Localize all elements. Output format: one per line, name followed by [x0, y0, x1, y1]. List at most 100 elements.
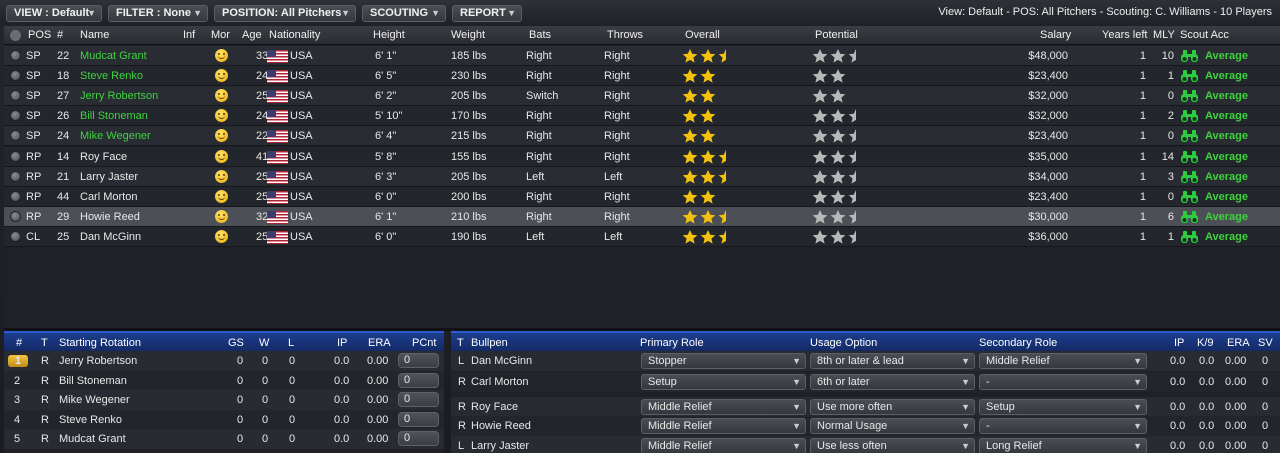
star-icon [812, 149, 828, 164]
rotation-pitcher-name[interactable]: Steve Renko [59, 414, 122, 426]
rotation-pitcher-name[interactable]: Mike Wegener [59, 394, 130, 406]
rotation-pitcher-name[interactable]: Jerry Robertson [59, 355, 137, 367]
player-name-link[interactable]: Jerry Robertson [80, 90, 158, 102]
pitch-count-input[interactable]: 0 [398, 411, 439, 427]
usage-option-select[interactable]: 8th or later & lead ▼ [810, 353, 975, 369]
rotation-row[interactable]: 4 R Steve Renko 0 0 0 0.0 0.00 0 [4, 409, 444, 429]
player-row[interactable]: RP 14 Roy Face 41 USA 5' 8" 155 lbs Righ… [4, 146, 1280, 167]
filter-dropdown[interactable]: FILTER : None ▼ [108, 4, 208, 22]
col-years-left[interactable]: Years left [1102, 29, 1147, 41]
scouting-dropdown[interactable]: SCOUTING ▼ [362, 4, 446, 22]
primary-role-select[interactable]: Stopper ▼ [641, 353, 806, 369]
player-row[interactable]: CL 25 Dan McGinn 25 USA 6' 0" 190 lbs Le… [4, 226, 1280, 247]
secondary-role-select[interactable]: Long Relief ▼ [979, 438, 1147, 453]
row-radio[interactable] [10, 50, 21, 61]
bullpen-pitcher-name[interactable]: Larry Jaster [471, 440, 529, 452]
pitch-count-input[interactable]: 0 [398, 353, 439, 368]
player-number: 21 [57, 170, 70, 183]
primary-role-select[interactable]: Middle Relief ▼ [641, 418, 806, 434]
pitch-count-input[interactable]: 0 [398, 372, 439, 388]
primary-role-select[interactable]: Setup ▼ [641, 374, 806, 390]
secondary-role-select[interactable]: Setup ▼ [979, 399, 1147, 415]
primary-role-select[interactable]: Middle Relief ▼ [641, 399, 806, 415]
rotation-row[interactable]: 1 R Jerry Robertson 0 0 0 0.0 0.00 0 [4, 351, 444, 371]
player-row[interactable]: SP 24 Mike Wegener 22 USA 6' 4" 215 lbs … [4, 126, 1280, 147]
player-row[interactable]: SP 27 Jerry Robertson 25 USA 6' 2" 205 l… [4, 86, 1280, 107]
scout-accuracy: Average [1205, 190, 1249, 203]
player-weight: 210 lbs [451, 210, 487, 223]
bullpen-pitcher-name[interactable]: Roy Face [471, 401, 518, 413]
col-inf[interactable]: Inf [183, 29, 195, 41]
secondary-role-select[interactable]: Middle Relief ▼ [979, 353, 1147, 369]
pitch-count-input[interactable]: 0 [398, 431, 439, 446]
col-weight[interactable]: Weight [451, 29, 485, 41]
col-nationality[interactable]: Nationality [269, 29, 320, 41]
player-name-link[interactable]: Steve Renko [80, 70, 143, 82]
player-row[interactable]: SP 22 Mudcat Grant 33 USA 6' 1" 185 lbs … [4, 46, 1280, 66]
player-row[interactable]: RP 21 Larry Jaster 25 USA 6' 3" 205 lbs … [4, 166, 1280, 187]
row-radio[interactable] [10, 170, 21, 182]
pitch-count-input[interactable]: 0 [398, 392, 439, 407]
bullpen-pitcher-name[interactable]: Howie Reed [471, 420, 531, 432]
rotation-pitcher-name[interactable]: Bill Stoneman [59, 375, 127, 387]
row-radio[interactable] [10, 90, 21, 102]
rotation-row[interactable]: 5 R Mudcat Grant 0 0 0 0.0 0.00 0 [4, 429, 444, 449]
row-radio[interactable] [10, 130, 21, 142]
col-scout-acc[interactable]: Scout Acc [1180, 29, 1229, 41]
player-row[interactable]: RP 44 Carl Morton 25 USA 6' 0" 200 lbs R… [4, 186, 1280, 207]
col-mor[interactable]: Mor [211, 29, 230, 41]
bullpen-k9: 0.0 [1199, 440, 1215, 452]
col-overall[interactable]: Overall [685, 29, 720, 41]
player-row[interactable]: SP 18 Steve Renko 24 USA 6' 5" 230 lbs R… [4, 66, 1280, 87]
usage-option-select[interactable]: Use less often ▼ [810, 438, 975, 453]
player-name-link[interactable]: Carl Morton [80, 191, 137, 203]
row-radio[interactable] [10, 210, 21, 222]
row-radio[interactable] [10, 70, 21, 82]
player-name-link[interactable]: Roy Face [80, 151, 127, 163]
bullpen-row[interactable]: L Dan McGinn Stopper ▼ 8th or later & lea… [451, 351, 1280, 371]
row-radio[interactable] [10, 230, 21, 242]
bullpen-pitcher-name[interactable]: Dan McGinn [471, 355, 532, 367]
player-row[interactable]: RP 29 Howie Reed 32 USA 6' 1" 210 lbs Ri… [4, 206, 1280, 227]
bullpen-row[interactable]: R Howie Reed Middle Relief ▼ Normal Usage… [451, 416, 1280, 436]
position-dropdown[interactable]: POSITION: All Pitchers ▼ [214, 4, 356, 22]
usage-option-select[interactable]: Use more often ▼ [810, 399, 975, 415]
player-name-link[interactable]: Mudcat Grant [80, 50, 147, 62]
secondary-role-select[interactable]: - ▼ [979, 374, 1147, 390]
usage-option-select[interactable]: 6th or later ▼ [810, 374, 975, 390]
player-name-link[interactable]: Mike Wegener [80, 130, 151, 142]
player-name-link[interactable]: Howie Reed [80, 211, 140, 223]
col-height[interactable]: Height [373, 29, 405, 41]
col-salary[interactable]: Salary [1040, 29, 1071, 41]
bullpen-row[interactable]: R Carl Morton Setup ▼ 6th or later ▼ - ▼ 0.… [451, 372, 1280, 392]
player-name-link[interactable]: Bill Stoneman [80, 110, 148, 122]
primary-role-select[interactable]: Middle Relief ▼ [641, 438, 806, 453]
usage-option-select[interactable]: Normal Usage ▼ [810, 418, 975, 434]
rotation-row[interactable]: 3 R Mike Wegener 0 0 0 0.0 0.00 0 [4, 390, 444, 410]
rotation-row[interactable]: 2 R Bill Stoneman 0 0 0 0.0 0.00 0 [4, 370, 444, 390]
col-potential[interactable]: Potential [815, 29, 858, 41]
rotation-pitcher-name[interactable]: Mudcat Grant [59, 433, 126, 445]
bullpen-row[interactable]: L Larry Jaster Middle Relief ▼ Use less o… [451, 436, 1280, 453]
secondary-role-select[interactable]: - ▼ [979, 418, 1147, 434]
player-row[interactable]: SP 26 Bill Stoneman 24 USA 5' 10" 170 lb… [4, 106, 1280, 127]
bullpen-row[interactable]: R Roy Face Middle Relief ▼ Use more often… [451, 397, 1280, 417]
col-num[interactable]: # [57, 29, 63, 41]
pen-col-secondary: Secondary Role [979, 337, 1058, 349]
player-name-link[interactable]: Dan McGinn [80, 231, 141, 243]
col-name[interactable]: Name [80, 29, 109, 41]
report-dropdown[interactable]: REPORT ▼ [452, 4, 522, 22]
col-pos[interactable]: POS [28, 29, 51, 41]
row-radio[interactable] [10, 150, 21, 162]
col-age[interactable]: Age [242, 29, 262, 41]
chevron-down-icon: ▼ [792, 421, 801, 431]
select-all-radio[interactable] [10, 30, 21, 41]
view-dropdown[interactable]: VIEW : Default ▼ [6, 4, 102, 22]
col-throws[interactable]: Throws [607, 29, 643, 41]
row-radio[interactable] [10, 110, 21, 122]
col-bats[interactable]: Bats [529, 29, 551, 41]
player-name-link[interactable]: Larry Jaster [80, 171, 138, 183]
row-radio[interactable] [10, 190, 21, 202]
col-mly[interactable]: MLY [1153, 29, 1175, 41]
bullpen-pitcher-name[interactable]: Carl Morton [471, 376, 528, 388]
